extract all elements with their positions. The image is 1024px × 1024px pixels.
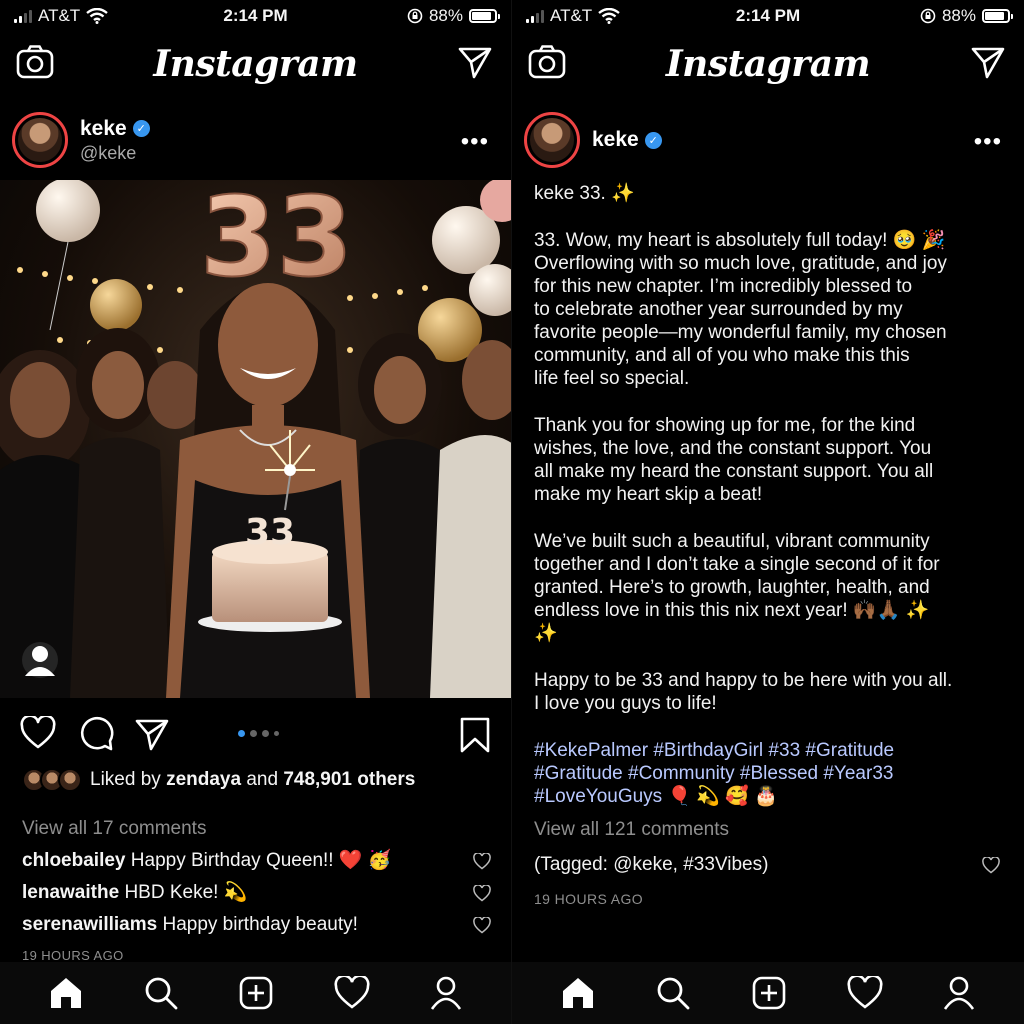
likes-and: and <box>246 769 279 790</box>
ellipsis-icon[interactable]: ••• <box>461 128 489 156</box>
top-bar: Instagram <box>512 36 1024 92</box>
page: AT&T 2:14 PM 88% Instagram keke ✓ @keke •… <box>0 0 1024 1024</box>
caption-paragraph: We’ve built such a beautiful, vibrant co… <box>534 531 940 644</box>
person-icon[interactable] <box>429 975 463 1011</box>
camera-icon[interactable] <box>16 44 54 80</box>
tagged-text[interactable]: (Tagged: @keke, #33Vibes) <box>534 854 768 875</box>
home-icon[interactable] <box>48 975 84 1011</box>
carrier-label: AT&T <box>550 6 593 25</box>
signal-icon <box>526 9 544 23</box>
bottom-nav <box>0 962 511 1024</box>
post-username[interactable]: keke <box>80 117 127 141</box>
avatar[interactable] <box>524 112 580 168</box>
search-icon[interactable] <box>143 975 179 1011</box>
instagram-logo: Instagram <box>665 43 871 85</box>
speech-bubble-icon[interactable] <box>78 716 114 752</box>
battery-percent: 88% <box>428 6 463 25</box>
tagged-row: (Tagged: @keke, #33Vibes) <box>534 853 1008 876</box>
status-bar: AT&T 2:14 PM 88% <box>0 0 511 32</box>
wifi-icon <box>86 8 108 24</box>
heart-icon[interactable] <box>20 716 56 750</box>
comment-user[interactable]: serenawilliams <box>22 914 157 935</box>
left-screen: AT&T 2:14 PM 88% Instagram keke ✓ @keke •… <box>0 0 512 1024</box>
status-time: 2:14 PM <box>223 6 288 25</box>
comments-section: View all 17 comments chloebailey Happy B… <box>22 818 495 963</box>
battery-icon <box>982 9 1013 23</box>
caption-paragraph: Thank you for showing up for me, for the… <box>534 415 934 505</box>
plus-square-icon[interactable] <box>751 975 787 1011</box>
heart-icon[interactable] <box>847 976 883 1010</box>
post-header: keke ✓ ••• <box>512 108 1024 172</box>
wifi-icon <box>598 8 620 24</box>
caption-block: keke 33. ✨ 33. Wow, my heart is absolute… <box>534 182 1008 911</box>
comment-text: Happy birthday beauty! <box>162 914 358 935</box>
caption-paragraph: Happy to be 33 and happy to be here with… <box>534 670 953 714</box>
comment-text: HBD Keke! 💫 <box>124 882 248 903</box>
post-actions <box>0 712 511 756</box>
post-username[interactable]: keke <box>592 128 639 152</box>
verified-badge-icon: ✓ <box>132 120 150 137</box>
likes-row[interactable]: Liked by zendaya and 748,901 others <box>22 768 415 792</box>
verified-badge-icon: ✓ <box>644 131 662 149</box>
orientation-lock-icon <box>407 8 423 24</box>
heart-icon[interactable] <box>473 917 491 934</box>
post-photo[interactable]: 33 33 <box>0 180 511 698</box>
caption-title: keke 33. ✨ <box>534 183 635 204</box>
likes-prefix: Liked by <box>90 769 161 790</box>
paper-plane-icon[interactable] <box>134 716 170 752</box>
comment-row: chloebailey Happy Birthday Queen!! ❤️ 🥳 <box>22 850 495 872</box>
battery-percent: 88% <box>941 6 976 25</box>
candle-number: 33 <box>245 512 295 553</box>
bookmark-icon[interactable] <box>458 716 492 754</box>
carrier-label: AT&T <box>38 6 81 25</box>
likes-user[interactable]: zendaya <box>166 769 241 791</box>
instagram-logo: Instagram <box>153 43 358 85</box>
carousel-indicator <box>238 730 279 737</box>
likes-count[interactable]: 748,901 others <box>283 769 415 791</box>
caption-paragraph: 33. Wow, my heart is absolutely full tod… <box>534 230 947 389</box>
status-bar: AT&T 2:14 PM 88% <box>512 0 1024 32</box>
view-all-comments-link[interactable]: View all 121 comments <box>534 818 1008 841</box>
signal-icon <box>14 9 32 23</box>
comment-text: Happy Birthday Queen!! ❤️ 🥳 <box>130 850 392 871</box>
heart-icon[interactable] <box>334 976 370 1010</box>
heart-icon[interactable] <box>473 853 491 870</box>
comment-row: serenawilliams Happy birthday beauty! <box>22 914 495 936</box>
orientation-lock-icon <box>920 8 936 24</box>
hashtags[interactable]: #KekePalmer #BirthdayGirl #33 #Gratitude… <box>534 739 1008 808</box>
post-timestamp: 19 HOURS AGO <box>534 891 644 907</box>
status-time: 2:14 PM <box>735 6 801 25</box>
post-timestamp: 19 HOURS AGO <box>22 948 124 963</box>
plus-square-icon[interactable] <box>238 975 274 1011</box>
top-bar: Instagram <box>0 36 511 92</box>
comment-row: lenawaithe HBD Keke! 💫 <box>22 882 495 904</box>
liker-avatars <box>22 768 82 792</box>
bottom-nav <box>512 962 1024 1024</box>
avatar[interactable] <box>12 112 68 168</box>
home-icon[interactable] <box>560 975 596 1011</box>
heart-icon[interactable] <box>982 857 1000 874</box>
comment-user[interactable]: lenawaithe <box>22 882 119 903</box>
battery-icon <box>469 9 500 23</box>
person-icon[interactable] <box>942 975 976 1011</box>
paper-plane-icon[interactable] <box>457 44 493 80</box>
paper-plane-icon[interactable] <box>970 44 1006 80</box>
post-header: keke ✓ @keke ••• <box>0 108 511 172</box>
camera-icon[interactable] <box>528 44 566 80</box>
view-all-comments-link[interactable]: View all 17 comments <box>22 818 495 840</box>
person-icon[interactable] <box>22 642 58 678</box>
ellipsis-icon[interactable]: ••• <box>974 128 1002 156</box>
post-handle: @keke <box>80 142 137 163</box>
search-icon[interactable] <box>655 975 691 1011</box>
comment-user[interactable]: chloebailey <box>22 850 126 871</box>
heart-icon[interactable] <box>473 885 491 902</box>
balloon-number: 33 <box>200 180 353 301</box>
party-photo-illustration: 33 33 <box>0 180 511 698</box>
